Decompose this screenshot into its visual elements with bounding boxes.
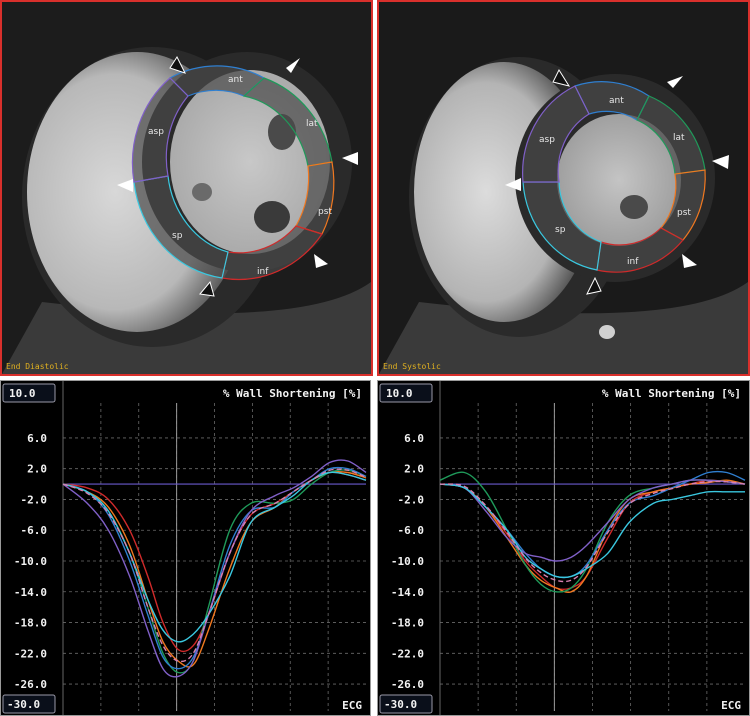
y-min-value[interactable]: -30.0 <box>7 698 40 711</box>
series-line-3 <box>439 471 746 593</box>
y-max-value[interactable]: 10.0 <box>9 387 36 400</box>
arrowhead-white-icon <box>117 179 133 192</box>
y-tick-label: -18.0 <box>391 617 424 630</box>
y-min-value[interactable]: -30.0 <box>384 698 417 711</box>
segment-label-ant: ant <box>228 75 243 85</box>
y-tick-label: -22.0 <box>391 647 424 660</box>
arrowhead-black-icon <box>552 68 571 87</box>
chart-title: % Wall Shortening [%] <box>223 387 362 400</box>
segmentation-overlay-end-systolic: ant lat pst inf sp asp End Systolic <box>383 68 729 371</box>
segment-label-lat: lat <box>673 133 685 143</box>
chart-title: % Wall Shortening [%] <box>602 387 741 400</box>
segment-label-inf: inf <box>257 267 269 277</box>
y-tick-label: 6.0 <box>27 432 47 445</box>
segment-label-sp: sp <box>555 225 566 235</box>
segment-label-pst: pst <box>677 208 691 218</box>
arrowhead-white-icon <box>342 152 358 165</box>
segment-inf-es <box>596 227 684 273</box>
y-tick-label: -26.0 <box>14 678 47 691</box>
y-tick-label: -22.0 <box>14 647 47 660</box>
arrowhead-black-icon <box>586 276 602 295</box>
segment-label-inf: inf <box>627 257 639 267</box>
arrowhead-black-icon <box>169 55 186 74</box>
x-axis-label: ECG <box>721 699 741 712</box>
arrowhead-white-icon <box>712 155 729 169</box>
arrowhead-white-icon <box>667 76 683 88</box>
segment-lat-es <box>636 95 706 175</box>
arrowhead-black-icon <box>199 280 215 297</box>
segment-pst-es <box>660 169 706 241</box>
y-tick-label: -6.0 <box>21 524 48 537</box>
segment-pst-ed <box>295 161 335 235</box>
chart-canvas: % Wall Shortening [%] 6.0 2.0 -2.0 -6.0 -10.0… <box>379 381 746 715</box>
segment-lat-ed <box>242 77 333 167</box>
y-tick-label: -2.0 <box>398 493 425 506</box>
y-tick-label: 2.0 <box>27 463 47 476</box>
wall-shortening-chart-end-systolic: % Wall Shortening [%] 6.0 2.0 -2.0 -6.0 -10.0… <box>377 380 750 716</box>
segment-inf-ed <box>221 225 323 281</box>
segment-label-asp: asp <box>539 135 555 145</box>
wall-shortening-chart-end-diastolic: % Wall Shortening [%] 6.0 2.0 -2.0 -6.0 -10.0… <box>0 380 371 716</box>
y-tick-label: -6.0 <box>398 524 425 537</box>
y-tick-label: -18.0 <box>14 617 47 630</box>
mri-panel-end-diastolic: ant lat pst inf sp asp End Diastolic <box>0 0 373 376</box>
x-axis-label: ECG <box>342 699 362 712</box>
segment-label-lat: lat <box>306 119 318 129</box>
mri-panel-end-systolic: ant lat pst inf sp asp End Systolic <box>377 0 750 376</box>
y-max-value[interactable]: 10.0 <box>386 387 413 400</box>
y-tick-label: 6.0 <box>404 432 424 445</box>
y-tick-label: -14.0 <box>14 586 47 599</box>
arrowhead-white-icon <box>286 58 300 73</box>
y-tick-label: -10.0 <box>14 555 47 568</box>
y-tick-label: -10.0 <box>391 555 424 568</box>
segment-sp-ed <box>133 175 229 279</box>
y-tick-label: -14.0 <box>391 586 424 599</box>
series-line-6 <box>62 471 367 643</box>
phase-label-end-diastolic: End Diastolic <box>6 362 69 371</box>
segment-label-ant: ant <box>609 96 624 106</box>
y-tick-label: -26.0 <box>391 678 424 691</box>
segment-asp-es <box>522 85 590 183</box>
arrowhead-white-icon <box>505 178 521 191</box>
segment-label-pst: pst <box>318 207 332 217</box>
segmentation-overlay-end-diastolic: ant lat pst inf sp asp End Diastolic <box>6 55 358 371</box>
segment-label-asp: asp <box>148 127 164 137</box>
y-tick-label: -2.0 <box>21 493 48 506</box>
arrowhead-white-icon <box>314 254 328 268</box>
segment-label-sp: sp <box>172 231 183 241</box>
y-tick-label: 2.0 <box>404 463 424 476</box>
arrowhead-white-icon <box>682 254 697 268</box>
chart-canvas: % Wall Shortening [%] 6.0 2.0 -2.0 -6.0 -10.0… <box>2 381 367 715</box>
phase-label-end-systolic: End Systolic <box>383 362 441 371</box>
